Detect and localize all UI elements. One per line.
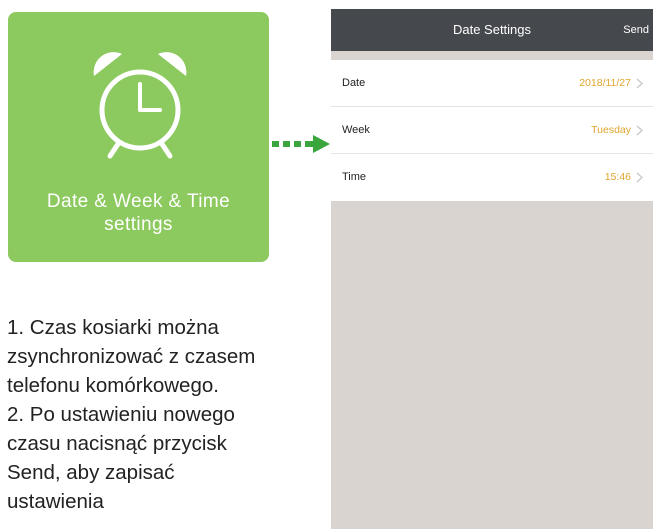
settings-list: Date 2018/11/27 Week Tuesday Time 15:46: [331, 60, 653, 201]
instructions-text: 1. Czas kosiarki można zsynchronizować z…: [7, 313, 327, 516]
tile-caption-line1: Date & Week & Time: [46, 191, 231, 212]
dashed-arrow-right-icon: [272, 135, 330, 153]
tile-caption-line2: settings: [104, 214, 173, 235]
setting-value: 15:46: [604, 171, 631, 183]
setting-row-time[interactable]: Time 15:46: [331, 154, 653, 201]
chevron-right-icon: [636, 172, 643, 183]
instruction-line: zsynchronizować z czasem: [7, 345, 256, 368]
instruction-line: czasu nacisnąć przycisk: [7, 432, 227, 455]
tile-caption: Date & Week & Time settings: [8, 190, 269, 236]
phone-screen: Date Settings Send Date 2018/11/27 Week …: [331, 9, 653, 529]
nav-title: Date Settings: [452, 22, 532, 37]
setting-label: Date: [342, 77, 366, 89]
instruction-line: Send, aby zapisać: [7, 461, 175, 484]
setting-value: 2018/11/27: [579, 77, 631, 89]
setting-row-date[interactable]: Date 2018/11/27: [331, 60, 653, 107]
alarm-clock-icon: [93, 52, 187, 159]
instruction-line: 1. Czas kosiarki można: [7, 316, 219, 339]
instruction-line: telefonu komórkowego.: [7, 374, 219, 397]
instruction-line: 2. Po ustawieniu nowego: [7, 403, 235, 426]
page: Date & Week & Time settings 1. Czas kosi…: [0, 0, 653, 529]
setting-label: Week: [342, 124, 370, 136]
chevron-right-icon: [636, 78, 643, 89]
setting-label: Time: [342, 171, 367, 183]
send-button[interactable]: Send: [623, 9, 649, 51]
instruction-line: ustawienia: [7, 490, 104, 513]
date-week-time-settings-tile[interactable]: Date & Week & Time settings: [8, 12, 269, 262]
setting-row-week[interactable]: Week Tuesday: [331, 107, 653, 154]
chevron-right-icon: [636, 125, 643, 136]
setting-value: Tuesday: [591, 124, 631, 136]
navigation-bar: Date Settings Send: [331, 9, 653, 51]
